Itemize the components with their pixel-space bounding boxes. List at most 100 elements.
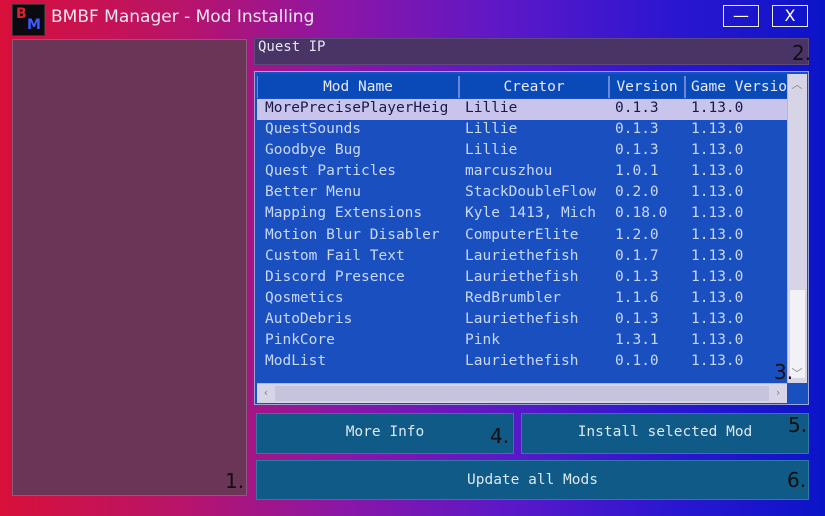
table-row[interactable]: ModList Lauriethefish 0.1.0 1.13.0 [257, 352, 789, 373]
game-version-cell: 1.13.0 [691, 121, 744, 138]
column-header-version[interactable]: Version [609, 76, 685, 98]
table-row[interactable]: Custom Fail Text Lauriethefish 0.1.7 1.13.0 [257, 247, 789, 268]
table-row[interactable]: PinkCore Pink 1.3.1 1.13.0 [257, 331, 789, 352]
quest-ip-value: Quest IP [258, 39, 326, 55]
table-row[interactable]: Discord Presence Lauriethefish 0.1.3 1.13.0 [257, 268, 789, 289]
mod-name-cell: Discord Presence [265, 268, 405, 285]
game-version-cell: 1.13.0 [691, 100, 744, 116]
version-cell: 0.18.0 [615, 205, 668, 222]
marker-2: 2. [792, 41, 812, 65]
creator-cell: Kyle 1413, Mich [465, 205, 596, 222]
game-version-cell: 1.13.0 [691, 310, 744, 327]
marker-4: 4. [490, 424, 510, 448]
marker-5: 5. [788, 413, 808, 437]
creator-cell: Lauriethefish [465, 353, 579, 370]
install-selected-mod-button[interactable]: Install selected Mod [521, 413, 809, 454]
version-cell: 0.1.3 [615, 142, 659, 159]
mod-name-cell: Motion Blur Disabler [265, 226, 440, 243]
horizontal-scroll-thumb[interactable] [275, 386, 769, 401]
minimize-icon: — [733, 6, 749, 25]
version-cell: 1.2.0 [615, 226, 659, 243]
mod-name-cell: QuestSounds [265, 121, 362, 138]
marker-1: 1. [225, 469, 245, 493]
version-cell: 1.0.1 [615, 163, 659, 180]
logo-letter-m: M [27, 17, 41, 33]
mod-name-cell: Goodbye Bug [265, 142, 362, 159]
mod-name-cell: PinkCore [265, 332, 335, 349]
version-cell: 1.1.6 [615, 289, 659, 306]
version-cell: 0.1.3 [615, 100, 659, 116]
table-row[interactable]: Quest Particles marcuszhou 1.0.1 1.13.0 [257, 162, 789, 183]
creator-cell: RedBrumbler [465, 289, 562, 306]
title-bar: B M BMBF Manager - Mod Installing — X [0, 0, 825, 36]
minimize-button[interactable]: — [723, 5, 759, 27]
table-row[interactable]: Motion Blur Disabler ComputerElite 1.2.0 1.… [257, 226, 789, 247]
table-row[interactable]: Goodbye Bug Lillie 0.1.3 1.13.0 [257, 141, 789, 162]
mod-name-cell: Better Menu [265, 184, 362, 201]
version-cell: 0.2.0 [615, 184, 659, 201]
creator-cell: Lauriethefish [465, 247, 579, 264]
table-row[interactable]: QuestSounds Lillie 0.1.3 1.13.0 [257, 120, 789, 141]
creator-cell: Lauriethefish [465, 310, 579, 327]
table-body: MorePrecisePlayerHeig Lillie 0.1.3 1.13.0 Qu… [257, 99, 789, 383]
table-row[interactable]: MorePrecisePlayerHeig Lillie 0.1.3 1.13.0 [257, 99, 789, 121]
game-version-cell: 1.13.0 [691, 247, 744, 264]
quest-ip-input[interactable]: Quest IP [254, 38, 809, 65]
game-version-cell: 1.13.0 [691, 184, 744, 201]
creator-cell: Lauriethefish [465, 268, 579, 285]
table-row[interactable]: Mapping Extensions Kyle 1413, Mich 0.18.0 1… [257, 204, 789, 225]
table-row[interactable]: Qosmetics RedBrumbler 1.1.6 1.13.0 [257, 289, 789, 310]
table-row[interactable]: AutoDebris Lauriethefish 0.1.3 1.13.0 [257, 310, 789, 331]
logo-letter-b: B [16, 6, 27, 22]
mods-table[interactable]: Mod Name Creator Version Game Versio Mor… [254, 71, 809, 405]
window-title: BMBF Manager - Mod Installing [51, 7, 315, 27]
version-cell: 1.3.1 [615, 332, 659, 349]
scroll-up-icon[interactable]: ︿ [788, 76, 806, 92]
vertical-scrollbar[interactable]: ︿ ﹀ [787, 74, 807, 383]
game-version-cell: 1.13.0 [691, 163, 744, 180]
game-version-cell: 1.13.0 [691, 142, 744, 159]
mod-name-cell: Quest Particles [265, 163, 396, 180]
update-all-label: Update all Mods [467, 472, 598, 488]
close-icon: X [784, 6, 796, 25]
column-header-game-version[interactable]: Game Versio [685, 76, 791, 98]
mod-name-cell: MorePrecisePlayerHeig [265, 100, 449, 116]
table-header: Mod Name Creator Version Game Versio [257, 74, 791, 98]
version-cell: 0.1.3 [615, 268, 659, 285]
creator-cell: ComputerElite [465, 226, 579, 243]
game-version-cell: 1.13.0 [691, 268, 744, 285]
creator-cell: marcuszhou [465, 163, 553, 180]
column-header-creator[interactable]: Creator [459, 76, 609, 98]
mod-name-cell: Custom Fail Text [265, 247, 405, 264]
app-logo-icon: B M [12, 4, 45, 36]
marker-6: 6. [787, 468, 807, 492]
creator-cell: Pink [465, 332, 500, 349]
version-cell: 0.1.7 [615, 247, 659, 264]
game-version-cell: 1.13.0 [691, 332, 744, 349]
mod-name-cell: AutoDebris [265, 310, 353, 327]
game-version-cell: 1.13.0 [691, 226, 744, 243]
game-version-cell: 1.13.0 [691, 289, 744, 306]
mod-name-cell: Qosmetics [265, 289, 344, 306]
mod-name-cell: ModList [265, 353, 327, 370]
update-all-mods-button[interactable]: Update all Mods [256, 460, 809, 500]
close-button[interactable]: X [772, 5, 808, 27]
creator-cell: Lillie [465, 142, 518, 159]
version-cell: 0.1.3 [615, 310, 659, 327]
column-header-mod-name[interactable]: Mod Name [257, 76, 459, 98]
creator-cell: Lillie [465, 100, 518, 116]
scroll-right-icon[interactable]: › [769, 386, 787, 399]
game-version-cell: 1.13.0 [691, 205, 744, 222]
install-selected-label: Install selected Mod [577, 424, 753, 440]
creator-cell: Lillie [465, 121, 518, 138]
horizontal-scrollbar[interactable]: ‹ › [257, 383, 787, 403]
more-info-button[interactable]: More Info [256, 413, 514, 454]
version-cell: 0.1.3 [615, 121, 659, 138]
more-info-label: More Info [345, 424, 425, 440]
mod-name-cell: Mapping Extensions [265, 205, 423, 222]
creator-cell: StackDoubleFlow [465, 184, 596, 201]
marker-3: 3. [774, 360, 794, 384]
scroll-left-icon[interactable]: ‹ [257, 386, 275, 399]
table-row[interactable]: Better Menu StackDoubleFlow 0.2.0 1.13.0 [257, 183, 789, 204]
version-cell: 0.1.0 [615, 353, 659, 370]
